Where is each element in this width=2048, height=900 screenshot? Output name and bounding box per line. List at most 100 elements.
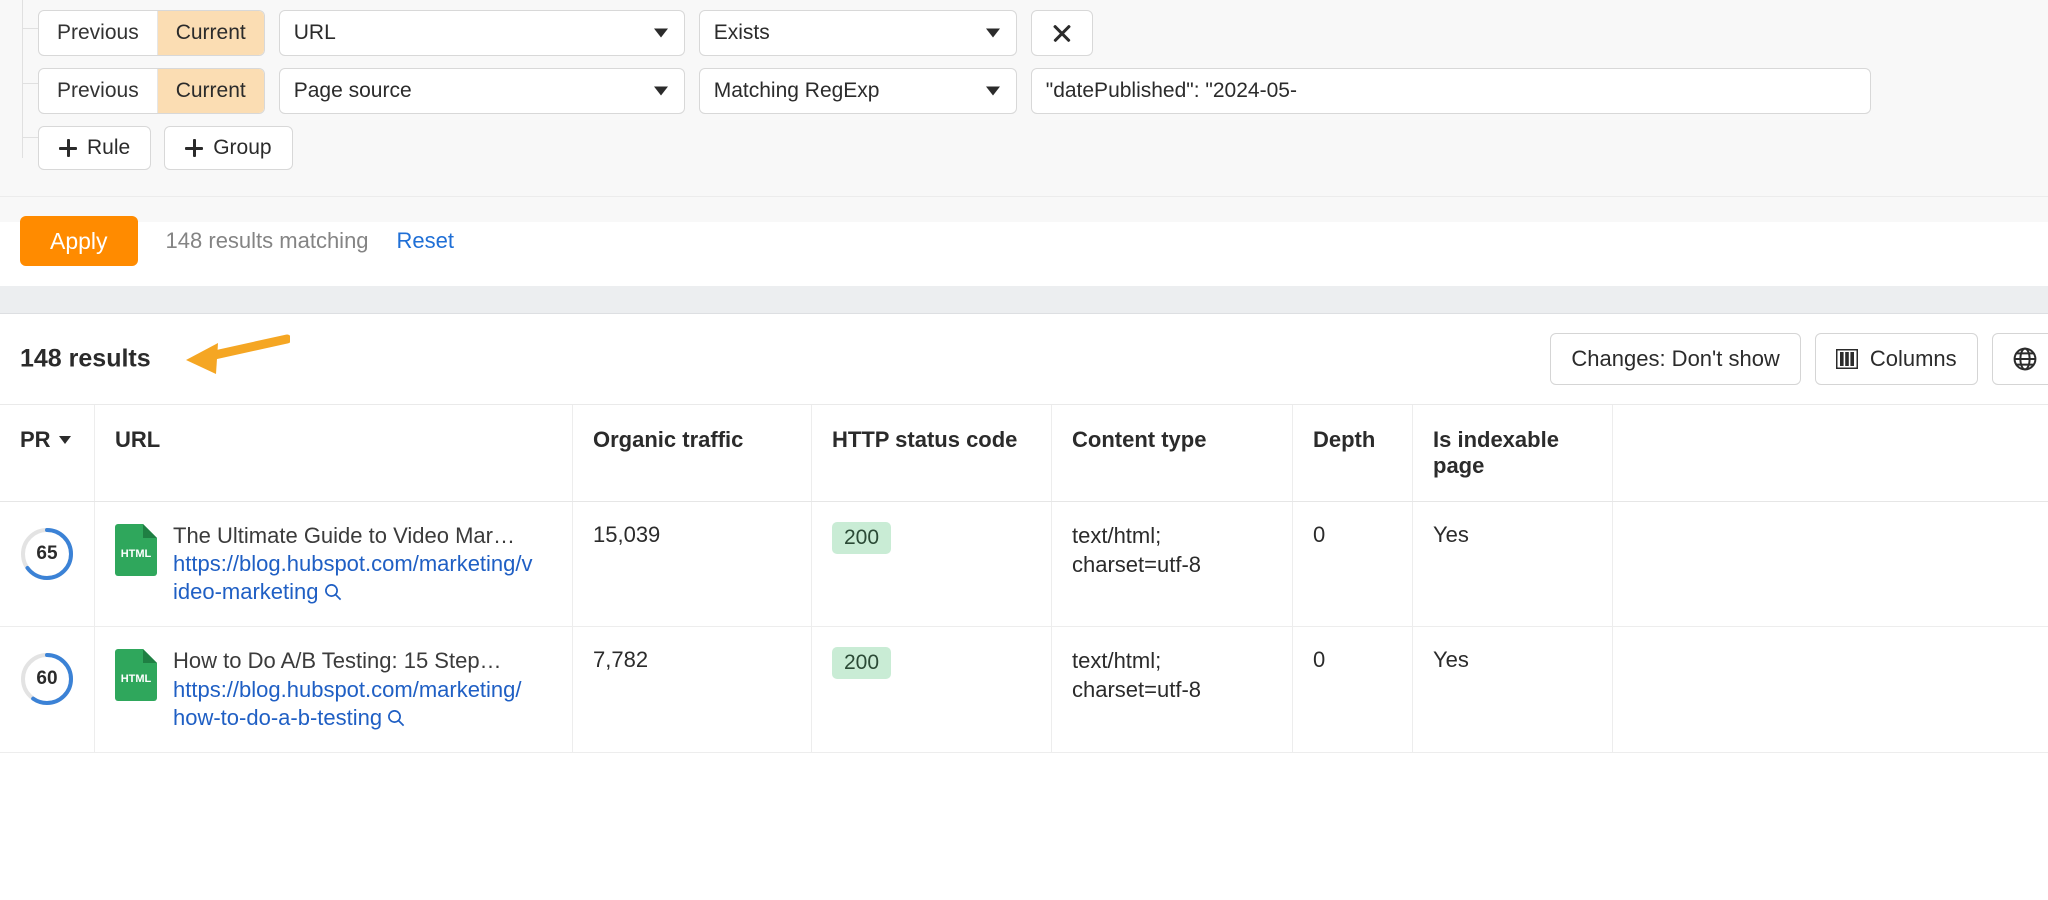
section-separator [0,286,2048,314]
page-url-link[interactable]: https://blog.hubspot.com/marketing/how-t… [173,676,533,732]
rule-field-value: URL [280,21,336,45]
filter-rule-row: Previous Current Page source Matching Re… [0,68,2048,114]
page-rating-value: 60 [19,651,75,707]
cell-url: HTML The Ultimate Guide to Video Mar… ht… [95,502,573,626]
rule-field-select[interactable]: Page source [279,68,685,114]
column-header-pr-label: PR [20,427,51,453]
remove-rule-button[interactable] [1031,10,1093,56]
svg-text:HTML: HTML [121,673,152,685]
svg-text:HTML: HTML [121,548,152,560]
column-header-url[interactable]: URL [95,405,573,501]
rule-operator-select[interactable]: Matching RegExp [699,68,1017,114]
left-arrow-annotation-icon [180,334,290,382]
cell-content-type: text/html; charset=utf-8 [1052,502,1293,626]
columns-icon [1836,349,1858,369]
html-file-icon: HTML [115,649,157,701]
cell-content-type: text/html; charset=utf-8 [1052,627,1293,751]
page-root: Previous Current URL Exists Previ [0,0,2048,900]
table-row: 65 HTML The Ultimate Guide to Video Mar…… [0,502,2048,627]
add-rule-label: Rule [87,136,130,160]
page-rating-gauge: 60 [19,651,75,707]
html-file-icon: HTML [115,524,157,576]
chevron-down-icon [654,29,668,38]
export-button[interactable]: In [1992,333,2048,385]
table-row: 60 HTML How to Do A/B Testing: 15 Step… … [0,627,2048,752]
rule-field-select[interactable]: URL [279,10,685,56]
results-toolbar-actions: Changes: Don't show Columns [1550,333,2048,385]
plus-icon [185,139,203,157]
rule-group-tree-lines [22,0,62,180]
apply-bar: Apply 148 results matching Reset [0,196,2048,286]
add-group-button[interactable]: Group [164,126,292,170]
scope-toggle[interactable]: Previous Current [38,10,265,56]
scope-toggle[interactable]: Previous Current [38,68,265,114]
changes-filter-label: Changes: Don't show [1571,346,1779,372]
cell-indexable: Yes [1413,502,1613,626]
columns-label: Columns [1870,346,1957,372]
scope-current-button[interactable]: Current [157,69,264,113]
cell-pr: 65 [0,502,95,626]
results-toolbar: 148 results Changes: Don't show Columns [0,314,2048,404]
chevron-down-icon [59,436,71,444]
filter-panel: Previous Current URL Exists Previ [0,0,2048,222]
column-header-pr[interactable]: PR [0,405,95,501]
plus-icon [59,139,77,157]
search-icon[interactable] [387,709,405,727]
cell-indexable: Yes [1413,627,1613,751]
matching-results-text: 148 results matching [166,228,369,254]
apply-button[interactable]: Apply [20,216,138,266]
cell-depth: 0 [1293,502,1413,626]
page-url-text: https://blog.hubspot.com/marketing/how-t… [173,677,522,730]
chevron-down-icon [986,87,1000,96]
column-header-content-type[interactable]: Content type [1052,405,1293,501]
rule-operator-value: Matching RegExp [700,79,880,103]
search-icon[interactable] [324,583,342,601]
page-url-text: https://blog.hubspot.com/marketing/video… [173,551,533,604]
rule-field-value: Page source [280,79,412,103]
page-url-link[interactable]: https://blog.hubspot.com/marketing/video… [173,550,533,606]
cell-pr: 60 [0,627,95,751]
scope-current-button[interactable]: Current [157,11,264,55]
chevron-down-icon [654,87,668,96]
reset-link[interactable]: Reset [397,228,454,254]
columns-button[interactable]: Columns [1815,333,1978,385]
column-header-content-type-label: Content type [1072,427,1206,453]
cell-url: HTML How to Do A/B Testing: 15 Step… htt… [95,627,573,751]
column-header-indexable[interactable]: Is indexable page [1413,405,1613,501]
rule-value-input[interactable]: "datePublished": "2024-05- [1031,68,1871,114]
add-buttons-row: Rule Group [0,126,2048,170]
results-table: PR URL Organic traffic HTTP status code … [0,404,2048,753]
page-rating-gauge: 65 [19,526,75,582]
add-group-label: Group [213,136,271,160]
chevron-down-icon [986,29,1000,38]
globe-icon [2013,347,2037,371]
column-header-depth[interactable]: Depth [1293,405,1413,501]
column-header-url-label: URL [115,427,160,453]
filter-rule-row: Previous Current URL Exists [0,10,2048,56]
cell-depth: 0 [1293,627,1413,751]
column-header-http-status-label: HTTP status code [832,427,1017,453]
column-header-traffic-label: Organic traffic [593,427,743,453]
page-title: How to Do A/B Testing: 15 Step… [173,647,529,675]
column-header-indexable-label: Is indexable page [1433,427,1596,479]
cell-http-status: 200 [812,502,1052,626]
table-header-row: PR URL Organic traffic HTTP status code … [0,404,2048,502]
cell-organic-traffic: 15,039 [573,502,812,626]
content-type-value: text/html; charset=utf-8 [1072,647,1276,704]
changes-filter-button[interactable]: Changes: Don't show [1550,333,1800,385]
cell-organic-traffic: 7,782 [573,627,812,751]
rule-operator-select[interactable]: Exists [699,10,1017,56]
rules-area: Previous Current URL Exists Previ [0,0,2048,170]
close-icon [1051,22,1073,44]
column-header-traffic[interactable]: Organic traffic [573,405,812,501]
status-badge: 200 [832,647,891,679]
results-count-label: 148 results [20,345,151,374]
column-header-http-status[interactable]: HTTP status code [812,405,1052,501]
page-rating-value: 65 [19,526,75,582]
page-title: The Ultimate Guide to Video Mar… [173,522,529,550]
cell-http-status: 200 [812,627,1052,751]
column-header-depth-label: Depth [1313,427,1375,453]
rule-operator-value: Exists [700,21,770,45]
status-badge: 200 [832,522,891,554]
content-type-value: text/html; charset=utf-8 [1072,522,1276,579]
